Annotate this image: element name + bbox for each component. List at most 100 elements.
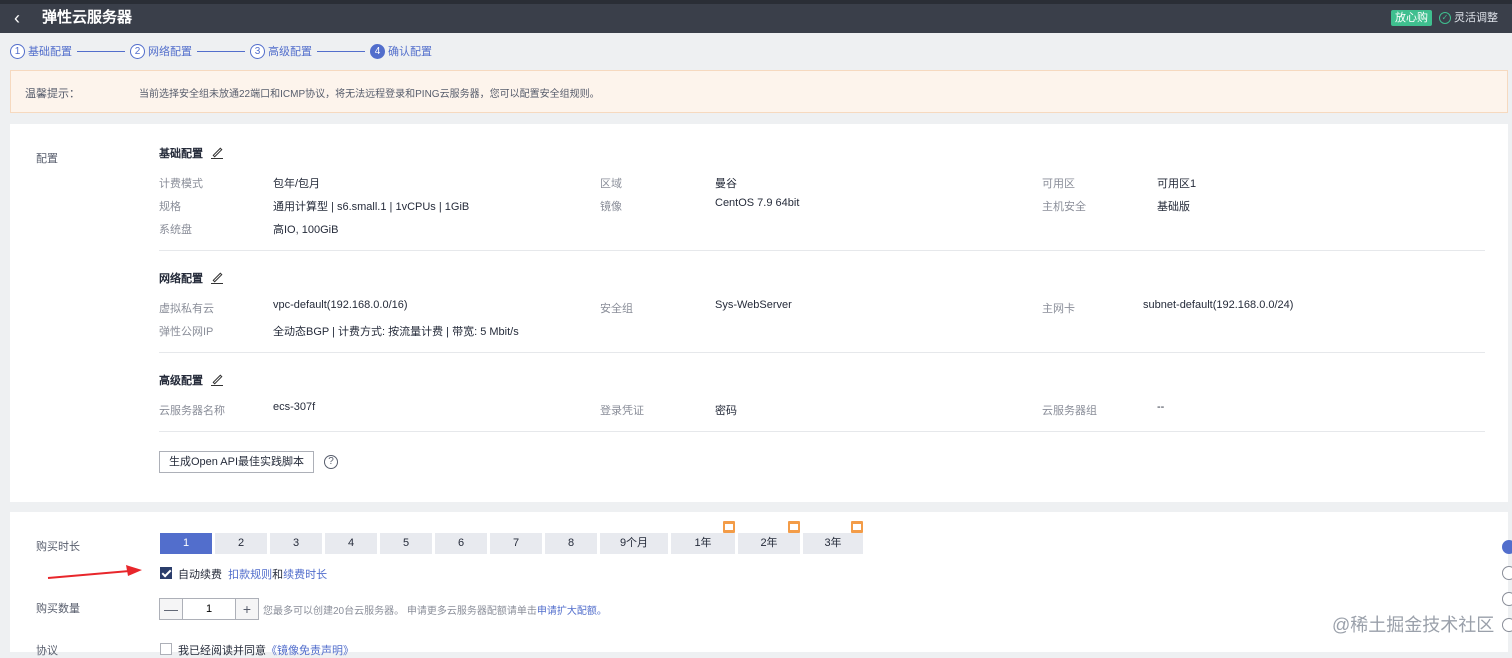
page-title: 弹性云服务器 xyxy=(42,9,133,26)
duration-option[interactable]: 6 xyxy=(434,532,488,555)
duration-option-label: 3年 xyxy=(824,537,842,549)
server-name-value: ecs-307f xyxy=(273,401,316,413)
top-bar: ‹ 弹性云服务器 放心购 ✓ 灵活调整 xyxy=(0,0,1512,33)
step-label: 确认配置 xyxy=(388,46,432,58)
network-config-title: 网络配置 xyxy=(159,270,223,286)
step-number: 1 xyxy=(10,43,25,59)
help-icon[interactable]: ? xyxy=(324,455,338,469)
step-number: 2 xyxy=(130,43,145,59)
region-value: 曼谷 xyxy=(715,178,737,190)
server-group-value: -- xyxy=(1157,401,1165,413)
auto-renew-checkbox[interactable] xyxy=(160,567,172,579)
duration-option[interactable]: 8 xyxy=(544,532,598,555)
duration-option[interactable]: 5 xyxy=(379,532,433,555)
increment-button[interactable]: + xyxy=(236,599,258,619)
advanced-config-title: 高级配置 xyxy=(159,372,223,388)
vpc-value: vpc-default(192.168.0.0/16) xyxy=(273,299,408,311)
step-label: 基础配置 xyxy=(28,46,72,58)
basic-config-title-text: 基础配置 xyxy=(159,148,203,160)
and-text: 和 xyxy=(272,569,284,581)
duration-options: 1 2 3 4 5 6 7 8 9个月 1年 2年 3年 xyxy=(159,521,865,555)
gift-icon xyxy=(851,521,863,533)
step-label: 网络配置 xyxy=(148,46,192,58)
nic-value: subnet-default(192.168.0.0/24) xyxy=(1143,299,1294,311)
duration-option-2year[interactable]: 2年 xyxy=(737,521,801,555)
step-indicator: 1 基础配置 2 网络配置 3 高级配置 4 确认配置 xyxy=(10,42,432,60)
server-name-label: 云服务器名称 xyxy=(159,405,225,417)
duration-option[interactable]: 7 xyxy=(489,532,543,555)
advanced-config-title-text: 高级配置 xyxy=(159,375,203,387)
divider xyxy=(159,352,1485,353)
renew-period-link[interactable]: 续费时长 xyxy=(283,569,327,581)
host-security-label: 主机安全 xyxy=(1042,201,1086,213)
floating-toolbar xyxy=(1502,540,1512,644)
edit-pencil-icon[interactable] xyxy=(211,272,223,284)
credential-value: 密码 xyxy=(715,405,737,417)
billing-value: 包年/包月 xyxy=(273,178,321,190)
duration-option-3year[interactable]: 3年 xyxy=(802,521,864,555)
az-value: 可用区1 xyxy=(1157,178,1197,190)
disk-value: 高IO, 100GiB xyxy=(273,224,339,236)
flex-adjust-link[interactable]: ✓ 灵活调整 xyxy=(1439,10,1498,26)
notice-label: 温馨提示： xyxy=(25,88,80,100)
step-basic[interactable]: 1 基础配置 xyxy=(10,43,72,59)
duration-option[interactable]: 3 xyxy=(269,532,323,555)
region-label: 区域 xyxy=(600,178,622,190)
step-connector xyxy=(197,50,245,52)
server-group-label: 云服务器组 xyxy=(1042,405,1097,417)
edit-pencil-icon[interactable] xyxy=(211,374,223,386)
decrement-button[interactable]: — xyxy=(160,599,182,619)
duration-option-1year[interactable]: 1年 xyxy=(670,521,736,555)
generate-api-script-button[interactable]: 生成Open API最佳实践脚本 xyxy=(159,451,314,473)
assured-purchase-badge[interactable]: 放心购 xyxy=(1391,10,1432,26)
clock-icon[interactable] xyxy=(1502,566,1512,580)
quota-request-link[interactable]: 申请扩大配额。 xyxy=(537,606,607,617)
doc-icon[interactable] xyxy=(1502,592,1512,606)
config-summary-card: 配置 基础配置 计费模式 包年/包月 区域 曼谷 可用区 可用区1 规格 通用计… xyxy=(10,124,1508,502)
security-group-label: 安全组 xyxy=(600,303,633,315)
network-config-title-text: 网络配置 xyxy=(159,273,203,285)
agreement-checkbox[interactable] xyxy=(160,643,172,655)
step-connector xyxy=(77,50,125,52)
watermark: @稀土掘金技术社区 xyxy=(1332,615,1495,635)
duration-option[interactable]: 4 xyxy=(324,532,378,555)
gift-icon xyxy=(788,521,800,533)
back-arrow-icon[interactable]: ‹ xyxy=(14,7,30,29)
image-label: 镜像 xyxy=(600,201,622,213)
duration-option[interactable]: 9个月 xyxy=(599,532,669,555)
disk-label: 系统盘 xyxy=(159,224,192,236)
duration-option-label: 1年 xyxy=(694,537,712,549)
eip-value: 全动态BGP | 计费方式: 按流量计费 | 带宽: 5 Mbit/s xyxy=(273,326,519,338)
spec-label: 规格 xyxy=(159,201,181,213)
flex-adjust-label: 灵活调整 xyxy=(1454,12,1498,24)
agreement-text: 我已经阅读并同意 xyxy=(178,645,266,657)
agreement-row: 我已经阅读并同意《镜像免责声明》 xyxy=(178,642,354,658)
step-network[interactable]: 2 网络配置 xyxy=(130,43,192,59)
nic-label: 主网卡 xyxy=(1042,303,1075,315)
quantity-input[interactable] xyxy=(182,599,236,619)
step-number: 4 xyxy=(370,43,385,59)
step-advanced[interactable]: 3 高级配置 xyxy=(250,43,312,59)
duration-option-label: 2年 xyxy=(760,537,778,549)
notice-text: 当前选择安全组未放通22端口和ICMP协议，将无法远程登录和PING云服务器，您… xyxy=(139,89,600,100)
credential-label: 登录凭证 xyxy=(600,405,644,417)
duration-label: 购买时长 xyxy=(36,541,80,553)
feedback-icon[interactable] xyxy=(1502,618,1512,632)
duration-option[interactable]: 2 xyxy=(214,532,268,555)
edit-pencil-icon[interactable] xyxy=(211,147,223,159)
spec-value: 通用计算型 | s6.small.1 | 1vCPUs | 1GiB xyxy=(273,201,470,213)
config-section-label: 配置 xyxy=(36,153,58,165)
agreement-label: 协议 xyxy=(36,645,58,657)
red-arrow-annotation xyxy=(47,565,142,579)
image-value: CentOS 7.9 64bit xyxy=(715,197,800,209)
quantity-label: 购买数量 xyxy=(36,603,80,615)
step-confirm[interactable]: 4 确认配置 xyxy=(370,43,432,59)
auto-renew-row: 自动续费 扣款规则和续费时长 xyxy=(178,566,327,582)
gift-icon xyxy=(723,521,735,533)
duration-option[interactable]: 1 xyxy=(159,532,213,555)
deduct-rule-link[interactable]: 扣款规则 xyxy=(228,569,272,581)
image-disclaimer-link[interactable]: 《镜像免责声明》 xyxy=(266,645,354,657)
step-connector xyxy=(317,50,365,52)
service-icon[interactable] xyxy=(1502,540,1512,554)
step-number: 3 xyxy=(250,43,265,59)
